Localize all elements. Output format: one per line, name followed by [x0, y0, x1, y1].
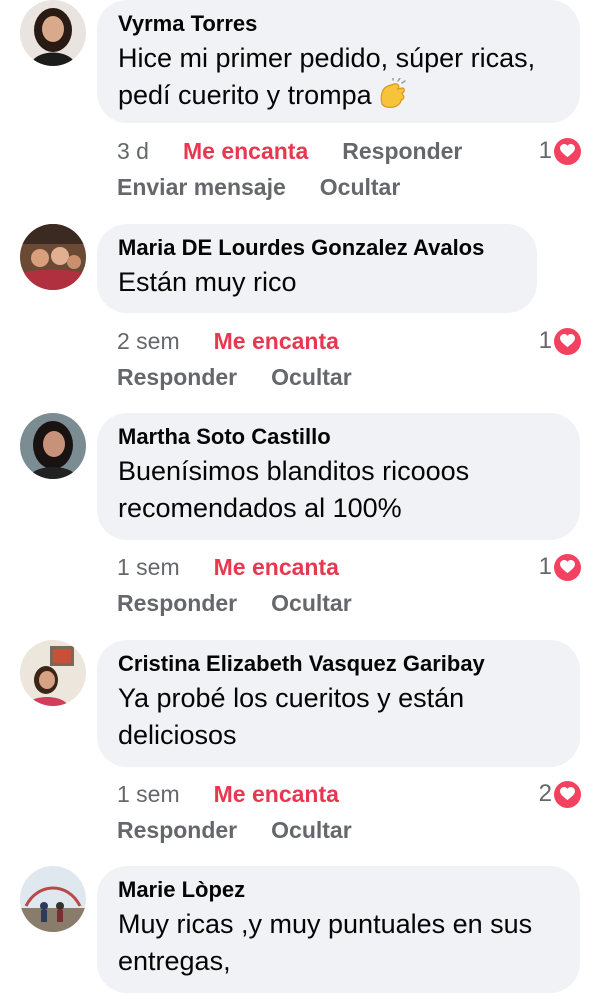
hide-button[interactable]: Ocultar	[271, 362, 352, 392]
reply-button[interactable]: Responder	[117, 588, 237, 618]
reaction-summary[interactable]: 1	[539, 133, 581, 169]
heart-icon	[554, 137, 581, 165]
hide-button[interactable]: Ocultar	[271, 815, 352, 845]
heart-icon	[554, 780, 581, 808]
comment-author[interactable]: Maria DE Lourdes Gonzalez Avalos	[118, 234, 515, 262]
comment-bubble: Cristina Elizabeth Vasquez Garibay Ya pr…	[97, 640, 580, 767]
comment-author[interactable]: Vyrma Torres	[118, 10, 558, 38]
comment-time[interactable]: 2 sem	[117, 326, 180, 356]
avatar[interactable]	[20, 640, 86, 706]
reaction-count: 1	[538, 327, 552, 354]
reaction-summary[interactable]: 1	[539, 549, 581, 585]
heart-icon	[554, 327, 581, 355]
comment-bubble: Martha Soto Castillo Buenísimos blandito…	[97, 413, 580, 540]
me-encanta-button[interactable]: Me encanta	[214, 326, 339, 356]
comment-text: Están muy rico	[118, 267, 297, 297]
avatar[interactable]	[20, 0, 86, 66]
reaction-count: 2	[538, 780, 552, 807]
comment-bubble: Maria DE Lourdes Gonzalez Avalos Están m…	[97, 224, 537, 313]
me-encanta-button[interactable]: Me encanta	[214, 779, 339, 809]
comment-time[interactable]: 1 sem	[117, 779, 180, 809]
reaction-count: 1	[538, 553, 552, 580]
reaction-summary[interactable]: 1	[539, 323, 581, 359]
comment-author[interactable]: Cristina Elizabeth Vasquez Garibay	[118, 650, 558, 678]
me-encanta-button[interactable]: Me encanta	[183, 136, 308, 166]
reaction-summary[interactable]: 2	[539, 776, 581, 812]
avatar[interactable]	[20, 224, 86, 290]
avatar[interactable]	[20, 866, 86, 932]
hide-button[interactable]: Ocultar	[320, 172, 401, 202]
hide-button[interactable]: Ocultar	[271, 588, 352, 618]
send-message-button[interactable]: Enviar mensaje	[117, 172, 286, 202]
avatar[interactable]	[20, 413, 86, 479]
comment-bubble: Marie Lòpez Muy ricas ,y muy puntuales e…	[97, 866, 580, 993]
comment-bubble: Vyrma Torres Hice mi primer pedido, súpe…	[97, 0, 580, 123]
comment-author[interactable]: Martha Soto Castillo	[118, 423, 558, 451]
comment-time[interactable]: 1 sem	[117, 552, 180, 582]
reply-button[interactable]: Responder	[117, 815, 237, 845]
comment-text: Buenísimos blanditos ricooos recomendado…	[118, 456, 470, 523]
me-encanta-button[interactable]: Me encanta	[214, 552, 339, 582]
reply-button[interactable]: Responder	[117, 362, 237, 392]
comment-author[interactable]: Marie Lòpez	[118, 876, 558, 904]
comment-text: Muy ricas ,y muy puntuales en sus entreg…	[118, 909, 533, 976]
heart-icon	[554, 553, 581, 581]
clapping-hands-icon	[376, 77, 408, 120]
comment-text: Hice mi primer pedido, súper ricas, pedí…	[118, 40, 558, 120]
comment-text: Ya probé los cueritos y están deliciosos	[118, 683, 465, 750]
reply-button[interactable]: Responder	[342, 136, 462, 166]
comment-time[interactable]: 3 d	[117, 136, 149, 166]
reaction-count: 1	[538, 137, 552, 164]
